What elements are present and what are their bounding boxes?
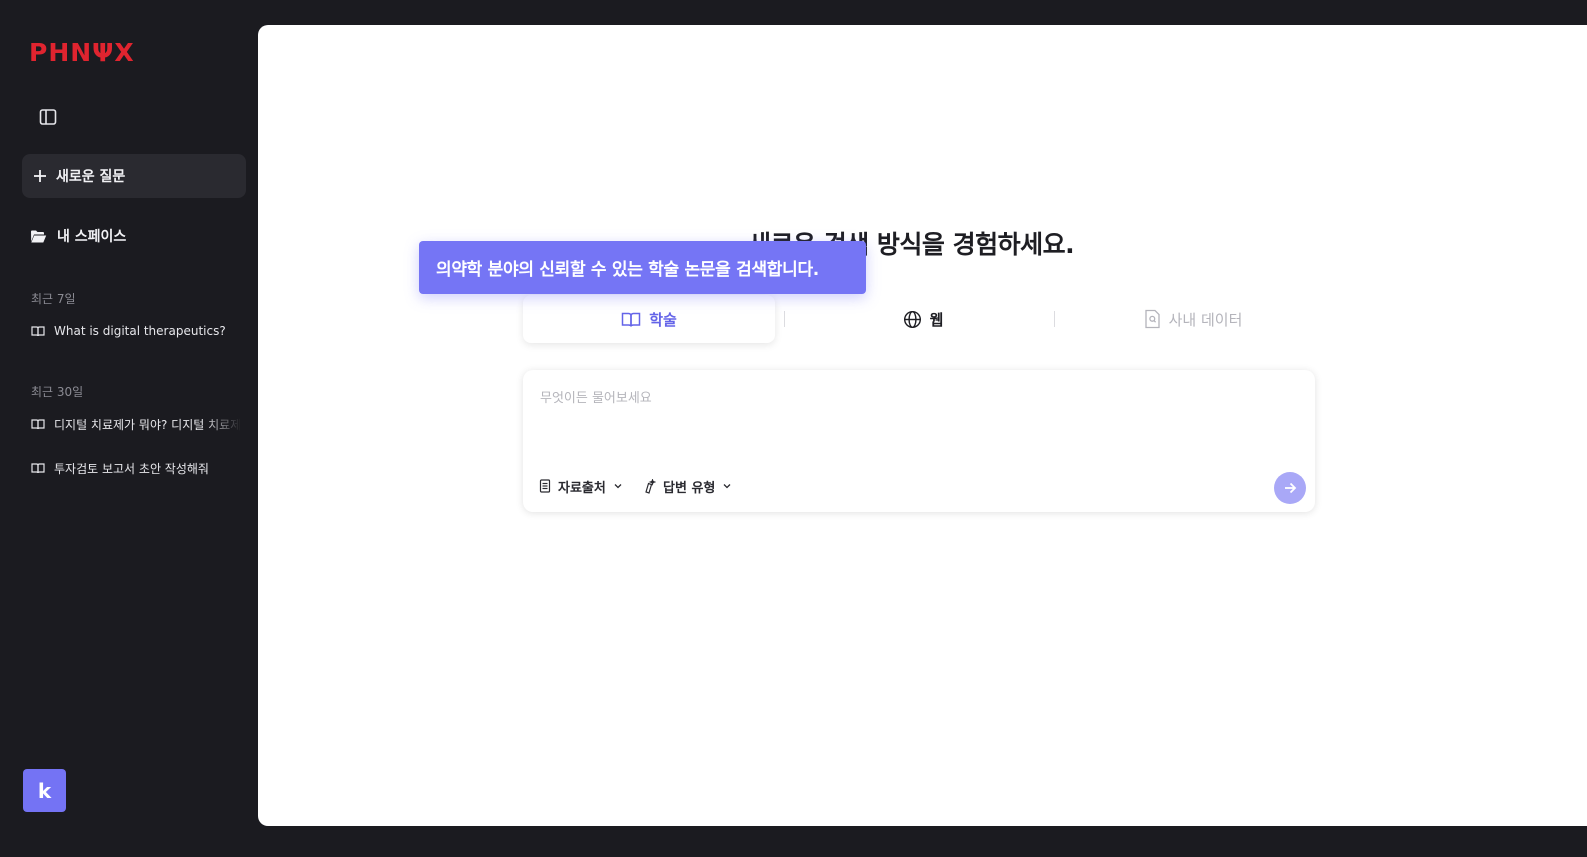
tab-academic[interactable]: 학술 [523, 295, 775, 343]
file-search-icon [1144, 309, 1160, 329]
tab-divider [1054, 311, 1055, 327]
source-dropdown[interactable]: 자료출처 [539, 476, 623, 496]
chevron-down-icon [723, 484, 731, 489]
sidebar: PHNΨX 새로운 질문 내 스페이스 최근 7일 What is digita… [0, 0, 258, 857]
plus-icon [34, 170, 46, 182]
book-icon [31, 326, 45, 337]
tab-divider [784, 311, 785, 327]
answer-type-dropdown[interactable]: 답변 유형 [643, 476, 732, 496]
query-input[interactable] [540, 387, 1240, 409]
arrow-right-icon [1285, 482, 1297, 494]
chevron-down-icon [614, 484, 622, 489]
source-label: 자료출처 [558, 480, 606, 496]
send-button[interactable] [1274, 472, 1306, 504]
history-item[interactable]: 디지털 치료제가 뭐야? 디지털 치료제 [31, 413, 243, 435]
history-item[interactable]: 투자검토 보고서 초안 작성해줘 [31, 457, 243, 479]
user-avatar[interactable]: k [23, 769, 66, 812]
sidebar-panel-icon [39, 109, 57, 125]
sidebar-toggle-button[interactable] [34, 103, 62, 131]
history-item-label: What is digital therapeutics? [54, 324, 226, 338]
main-panel: 새로운 검색 방식을 경험하세요. 학술 웹 사내 데이터 무엇이든 물어보세요… [258, 25, 1587, 826]
tab-web[interactable]: 웹 [793, 295, 1053, 343]
sparkle-pen-icon [645, 478, 656, 494]
book-icon [31, 419, 45, 430]
recent-7-days-label: 최근 7일 [31, 292, 76, 306]
globe-icon [903, 310, 921, 328]
query-box: 자료출처 답변 유형 [523, 370, 1315, 512]
history-item[interactable]: What is digital therapeutics? [31, 320, 243, 342]
logo: PHNΨX [29, 38, 135, 67]
tab-web-label: 웹 [929, 310, 944, 329]
tab-academic-label: 학술 [649, 310, 677, 329]
my-space-label: 내 스페이스 [57, 229, 127, 245]
history-item-label: 디지털 치료제가 뭐야? 디지털 치료제 [54, 417, 242, 432]
book-icon [31, 463, 45, 474]
my-space-link[interactable]: 내 스페이스 [30, 224, 126, 248]
tab-internal-data-label: 사내 데이터 [1168, 310, 1243, 329]
app-window: PHNΨX 새로운 질문 내 스페이스 최근 7일 What is digita… [0, 0, 1587, 857]
new-question-label: 새로운 질문 [56, 169, 126, 185]
folder-open-icon [31, 230, 47, 242]
document-icon [539, 479, 551, 493]
tab-tooltip: 의약학 분야의 신뢰할 수 있는 학술 논문을 검색합니다. [419, 241, 866, 294]
search-mode-tabs: 학술 웹 사내 데이터 [523, 295, 1315, 345]
recent-30-days-label: 최근 30일 [31, 385, 84, 399]
answer-type-label: 답변 유형 [663, 480, 716, 496]
history-item-label: 투자검토 보고서 초안 작성해줘 [54, 461, 209, 476]
book-open-icon [621, 312, 641, 327]
tab-internal-data[interactable]: 사내 데이터 [1063, 295, 1323, 343]
new-question-button[interactable]: 새로운 질문 [22, 154, 246, 198]
